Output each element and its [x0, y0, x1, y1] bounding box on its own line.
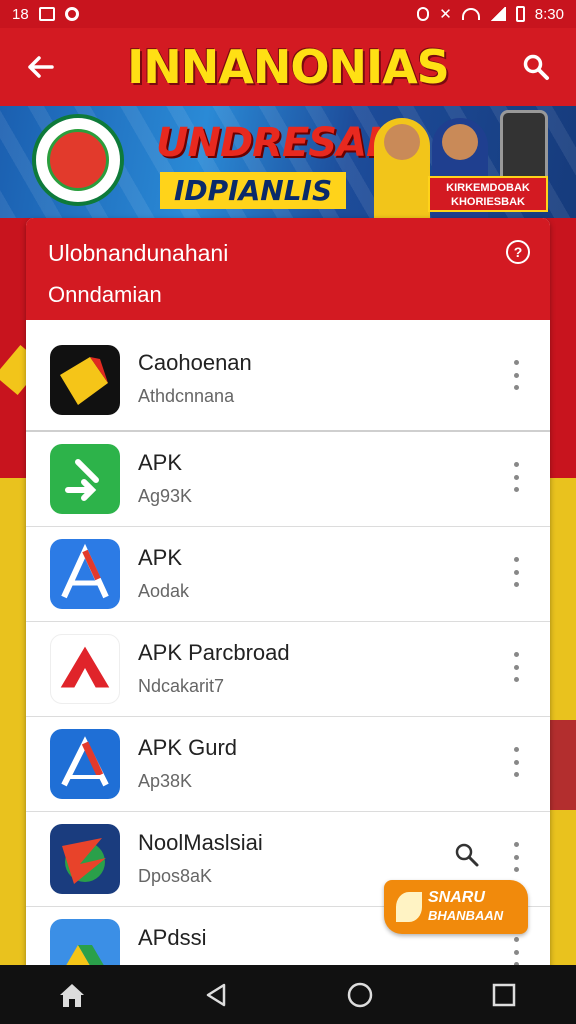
- search-icon[interactable]: [454, 842, 480, 873]
- app-name: APK: [138, 545, 183, 570]
- overflow-menu-icon[interactable]: [504, 557, 528, 587]
- overflow-menu-icon[interactable]: [504, 937, 528, 967]
- arrow-left-icon: [28, 56, 54, 78]
- search-button[interactable]: [496, 28, 576, 106]
- app-picker-dialog: Ulobnandunahani Onndamian ? Caohoenan At…: [26, 218, 550, 978]
- blue-red-a-app-icon: [50, 729, 120, 799]
- app-detail: Ap38K: [138, 771, 193, 791]
- app-name: APK Gurd: [138, 735, 238, 760]
- badge-line1: SNARU: [428, 889, 485, 906]
- blue-a-app-icon: [50, 539, 120, 609]
- app-name: NoolMaslsiai: [138, 830, 263, 855]
- help-circle-icon[interactable]: ?: [506, 240, 530, 264]
- app-detail: Ndcakarit7: [138, 676, 225, 696]
- red-a-app-icon: [50, 634, 120, 704]
- nfc-icon: [417, 7, 430, 21]
- app-list-item[interactable]: APK Gurd Ap38K: [26, 717, 550, 812]
- app-name: APK Parcbroad: [138, 640, 290, 665]
- overflow-menu-icon[interactable]: [504, 360, 528, 390]
- app-list-item[interactable]: APK Parcbroad Ndcakarit7: [26, 622, 550, 717]
- app-detail: Dpos8aK: [138, 866, 213, 886]
- app-list-item[interactable]: APK Ag93K: [26, 432, 550, 527]
- back-triangle-icon[interactable]: [186, 965, 246, 1024]
- app-bar: INNANONIAS: [0, 28, 576, 106]
- recents-square-icon[interactable]: [474, 965, 534, 1024]
- overflow-menu-icon[interactable]: [504, 747, 528, 777]
- navigation-bar: [0, 965, 576, 1024]
- status-left-text: 18: [12, 5, 29, 23]
- person-illustration: [374, 118, 430, 218]
- status-bar: 18 ✕ 8:30: [0, 0, 576, 28]
- dialog-subtitle: Onndamian: [48, 282, 162, 307]
- dialog-header: Ulobnandunahani Onndamian ?: [26, 218, 550, 320]
- status-time: 8:30: [534, 5, 564, 23]
- signal-icon: [489, 7, 506, 21]
- app-title: INNANONIAS: [127, 40, 450, 94]
- app-detail: Aodak: [138, 581, 190, 601]
- green-arrow-app-icon: [50, 444, 120, 514]
- promo-tag-line2: KHORIESBAK: [451, 196, 525, 208]
- emblem-center: [47, 129, 109, 191]
- app-list-item[interactable]: APK Aodak: [26, 527, 550, 622]
- promo-banner[interactable]: UNDRESAI IDPIANLIS KIRKEMDOBAK KHORIESBA…: [0, 106, 576, 218]
- promo-tag-line1: KIRKEMDOBAK: [446, 182, 530, 194]
- app-detail: Athdcnnana: [138, 386, 235, 406]
- home-icon[interactable]: [42, 965, 102, 1024]
- leaf-icon: [396, 892, 422, 922]
- promo-tag: KIRKEMDOBAK KHORIESBAK: [428, 176, 548, 212]
- wifi-icon: [461, 8, 480, 20]
- bolt-app-icon: [50, 345, 120, 415]
- overflow-menu-icon[interactable]: [504, 462, 528, 492]
- banner-headline: UNDRESAI: [156, 120, 381, 166]
- badge-line2: BHANBAAN: [428, 908, 504, 923]
- status-right: ✕ 8:30: [417, 5, 564, 23]
- dialog-title: Ulobnandunahani: [48, 240, 229, 266]
- background-decoration: [548, 720, 576, 810]
- app-list-item[interactable]: Caohoenan Athdcnnana: [26, 330, 550, 432]
- mute-icon: ✕: [439, 6, 452, 23]
- battery-icon: [515, 6, 525, 22]
- swirl-app-icon: [50, 824, 120, 894]
- corner-promo-badge[interactable]: SNARU BHANBAAN: [384, 880, 528, 934]
- banner-subheadline: IDPIANLIS: [160, 172, 347, 209]
- app-name: Caohoenan: [138, 350, 252, 375]
- app-name: APdssi: [138, 925, 207, 950]
- emblem-logo: [32, 114, 124, 206]
- gallery-icon: [38, 7, 55, 21]
- overflow-menu-icon[interactable]: [504, 842, 528, 872]
- status-left: 18: [12, 6, 79, 23]
- overflow-menu-icon[interactable]: [504, 652, 528, 682]
- home-circle-icon[interactable]: [330, 965, 390, 1024]
- back-button[interactable]: [0, 28, 80, 106]
- app-detail: Ag93K: [138, 486, 193, 506]
- circle-icon: [64, 7, 79, 21]
- app-name: APK: [138, 450, 183, 475]
- search-icon: [523, 54, 549, 80]
